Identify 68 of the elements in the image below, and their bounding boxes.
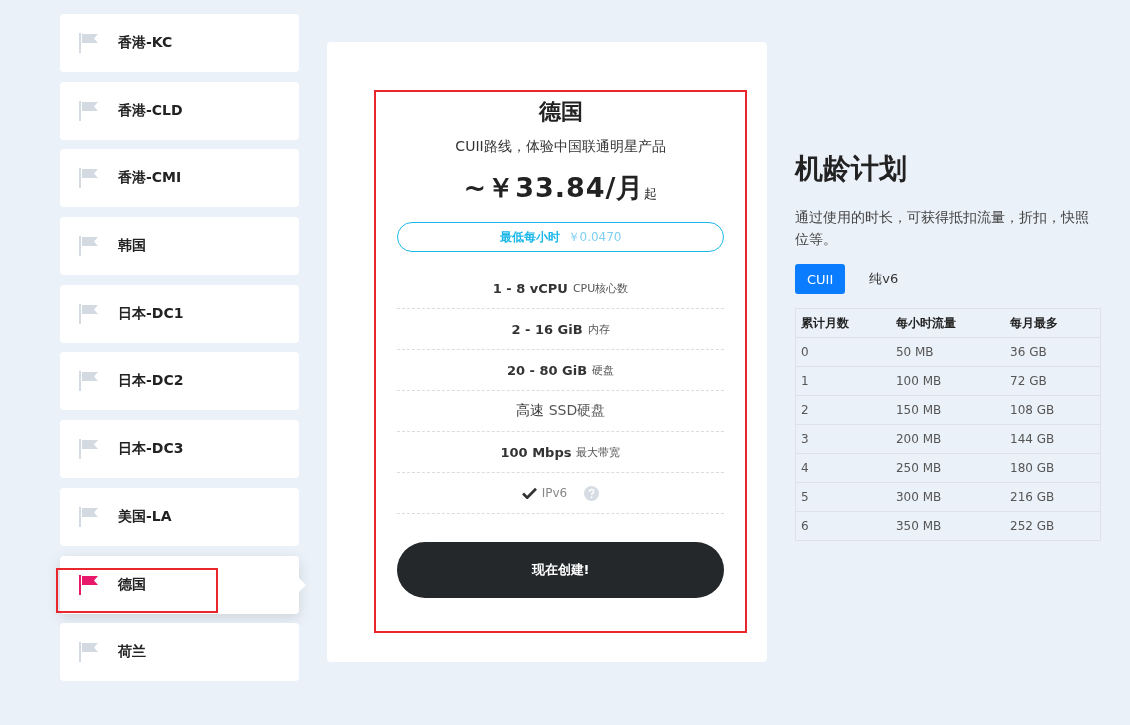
tab[interactable]: 纯v6: [857, 264, 911, 294]
spec-value: 高速: [515, 402, 544, 420]
region-item[interactable]: 日本-DC2: [60, 352, 299, 411]
flag-icon: [78, 99, 100, 122]
flag-icon: [78, 438, 100, 461]
table-cell: 6: [795, 511, 891, 541]
table-cell: 216 GB: [1005, 482, 1101, 512]
tab[interactable]: CUII: [795, 264, 846, 294]
table-cell: 4: [795, 453, 891, 483]
column-header: 每月最多: [1005, 308, 1101, 338]
pointer-icon: [299, 577, 306, 592]
spec-unit: SSD硬盘: [548, 402, 606, 420]
flag-icon: [78, 302, 100, 325]
table-cell: 350 MB: [890, 511, 1006, 541]
flag-icon: [78, 167, 100, 190]
help-icon[interactable]: [584, 485, 600, 501]
region-item[interactable]: 日本-DC1: [60, 284, 299, 343]
spec-value: 2 - 16 GiB: [511, 321, 583, 337]
region-item[interactable]: 香港-CLD: [60, 81, 299, 140]
table-cell: 108 GB: [1005, 395, 1101, 425]
table-cell: 144 GB: [1005, 424, 1101, 454]
spec-unit: CPU核心数: [572, 280, 629, 296]
table-cell: 0: [795, 337, 891, 367]
table-cell: 200 MB: [890, 424, 1006, 454]
table-cell: 72 GB: [1005, 366, 1101, 396]
plan-title: 德国: [538, 98, 583, 126]
plan-subtitle: CUII路线，体验中国联通明星产品: [455, 138, 666, 156]
flag-icon: [78, 573, 100, 596]
flag-icon: [78, 370, 100, 393]
table-cell: 252 GB: [1005, 511, 1101, 541]
table-cell: 50 MB: [890, 337, 1006, 367]
section-description: 通过使用的时长，可获得抵扣流量，折扣，快照位等。: [795, 208, 1090, 249]
table-cell: 180 GB: [1005, 453, 1101, 483]
column-header: 每小时流量: [890, 308, 1006, 338]
region-item[interactable]: 香港-KC: [60, 14, 299, 72]
region-item[interactable]: 韩国: [60, 217, 299, 276]
table-cell: 36 GB: [1005, 337, 1101, 367]
table-cell: 5: [795, 482, 891, 512]
table-cell: 150 MB: [890, 395, 1006, 425]
column-header: 累计月数: [795, 308, 891, 338]
table-cell: 300 MB: [890, 482, 1006, 512]
create-button[interactable]: 现在创建!: [397, 542, 724, 598]
region-item[interactable]: 荷兰: [60, 623, 299, 682]
spec-unit: 最大带宽: [576, 444, 621, 460]
region-item[interactable]: 香港-CMI: [60, 149, 299, 208]
check-icon: [521, 487, 537, 499]
spec-unit: 内存: [587, 321, 610, 337]
price: ~￥33.84/月: [463, 171, 645, 205]
hourly-value: ￥0.0470: [567, 228, 622, 246]
flag-icon: [78, 32, 100, 54]
section-title: 机龄计划: [795, 151, 908, 187]
price-suffix: 起: [644, 185, 658, 203]
hourly-label: 最低每小时: [499, 228, 560, 246]
feature-label: IPv6: [541, 486, 568, 500]
spec-value: 20 - 80 GiB: [506, 362, 588, 378]
table-cell: 1: [795, 366, 891, 396]
table-cell: 100 MB: [890, 366, 1006, 396]
table-cell: 3: [795, 424, 891, 454]
flag-icon: [78, 641, 100, 664]
spec-value: 1 - 8 vCPU: [492, 280, 568, 296]
flag-icon: [78, 235, 100, 258]
spec-value: 100 Mbps: [500, 444, 572, 460]
region-item[interactable]: 日本-DC3: [60, 420, 299, 479]
table-cell: 2: [795, 395, 891, 425]
table-cell: 250 MB: [890, 453, 1006, 483]
region-item[interactable]: 美国-LA: [60, 487, 299, 546]
flag-icon: [78, 505, 100, 528]
spec-unit: 硬盘: [592, 362, 615, 378]
